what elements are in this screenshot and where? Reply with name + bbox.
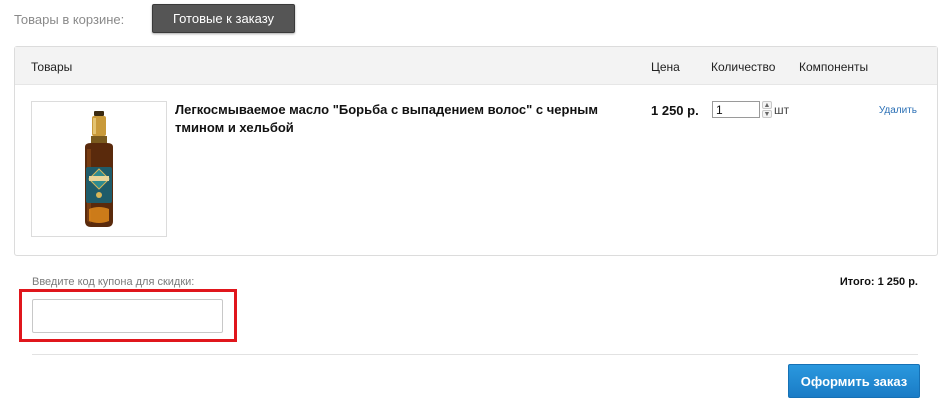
order-total: Итого: 1 250 р.: [839, 276, 918, 288]
spinner-up-icon[interactable]: ▲: [762, 101, 772, 109]
header-quantity: Количество: [711, 60, 776, 74]
remove-item-link[interactable]: Удалить: [879, 105, 917, 116]
cart-table-header: Товары Цена Количество Компоненты: [15, 47, 937, 85]
divider: [32, 354, 918, 355]
quantity-stepper: ▲ ▼ шт: [712, 101, 789, 118]
header-goods: Товары: [31, 60, 73, 74]
product-price: 1 250 р.: [651, 103, 699, 118]
product-name-link[interactable]: Легкосмываемое масло "Борьба с выпадение…: [175, 101, 637, 137]
serum-bottle-image: [85, 111, 113, 227]
cart-topbar: Товары в корзине: Готовые к заказу: [14, 4, 295, 34]
cart-items-label: Товары в корзине:: [14, 11, 125, 27]
ready-to-order-button[interactable]: Готовые к заказу: [152, 4, 295, 33]
coupon-input[interactable]: [32, 299, 223, 333]
quantity-input[interactable]: [712, 101, 760, 118]
product-thumbnail[interactable]: [31, 101, 167, 237]
quantity-unit: шт: [774, 102, 790, 117]
cart-table: Товары Цена Количество Компоненты Легкос…: [14, 46, 938, 256]
coupon-label: Введите код купона для скидки:: [32, 276, 195, 288]
spinner-down-icon[interactable]: ▼: [762, 110, 772, 118]
header-price: Цена: [651, 60, 680, 74]
quantity-spinner: ▲ ▼: [762, 101, 772, 118]
header-components: Компоненты: [799, 60, 869, 74]
checkout-button[interactable]: Оформить заказ: [788, 364, 920, 398]
